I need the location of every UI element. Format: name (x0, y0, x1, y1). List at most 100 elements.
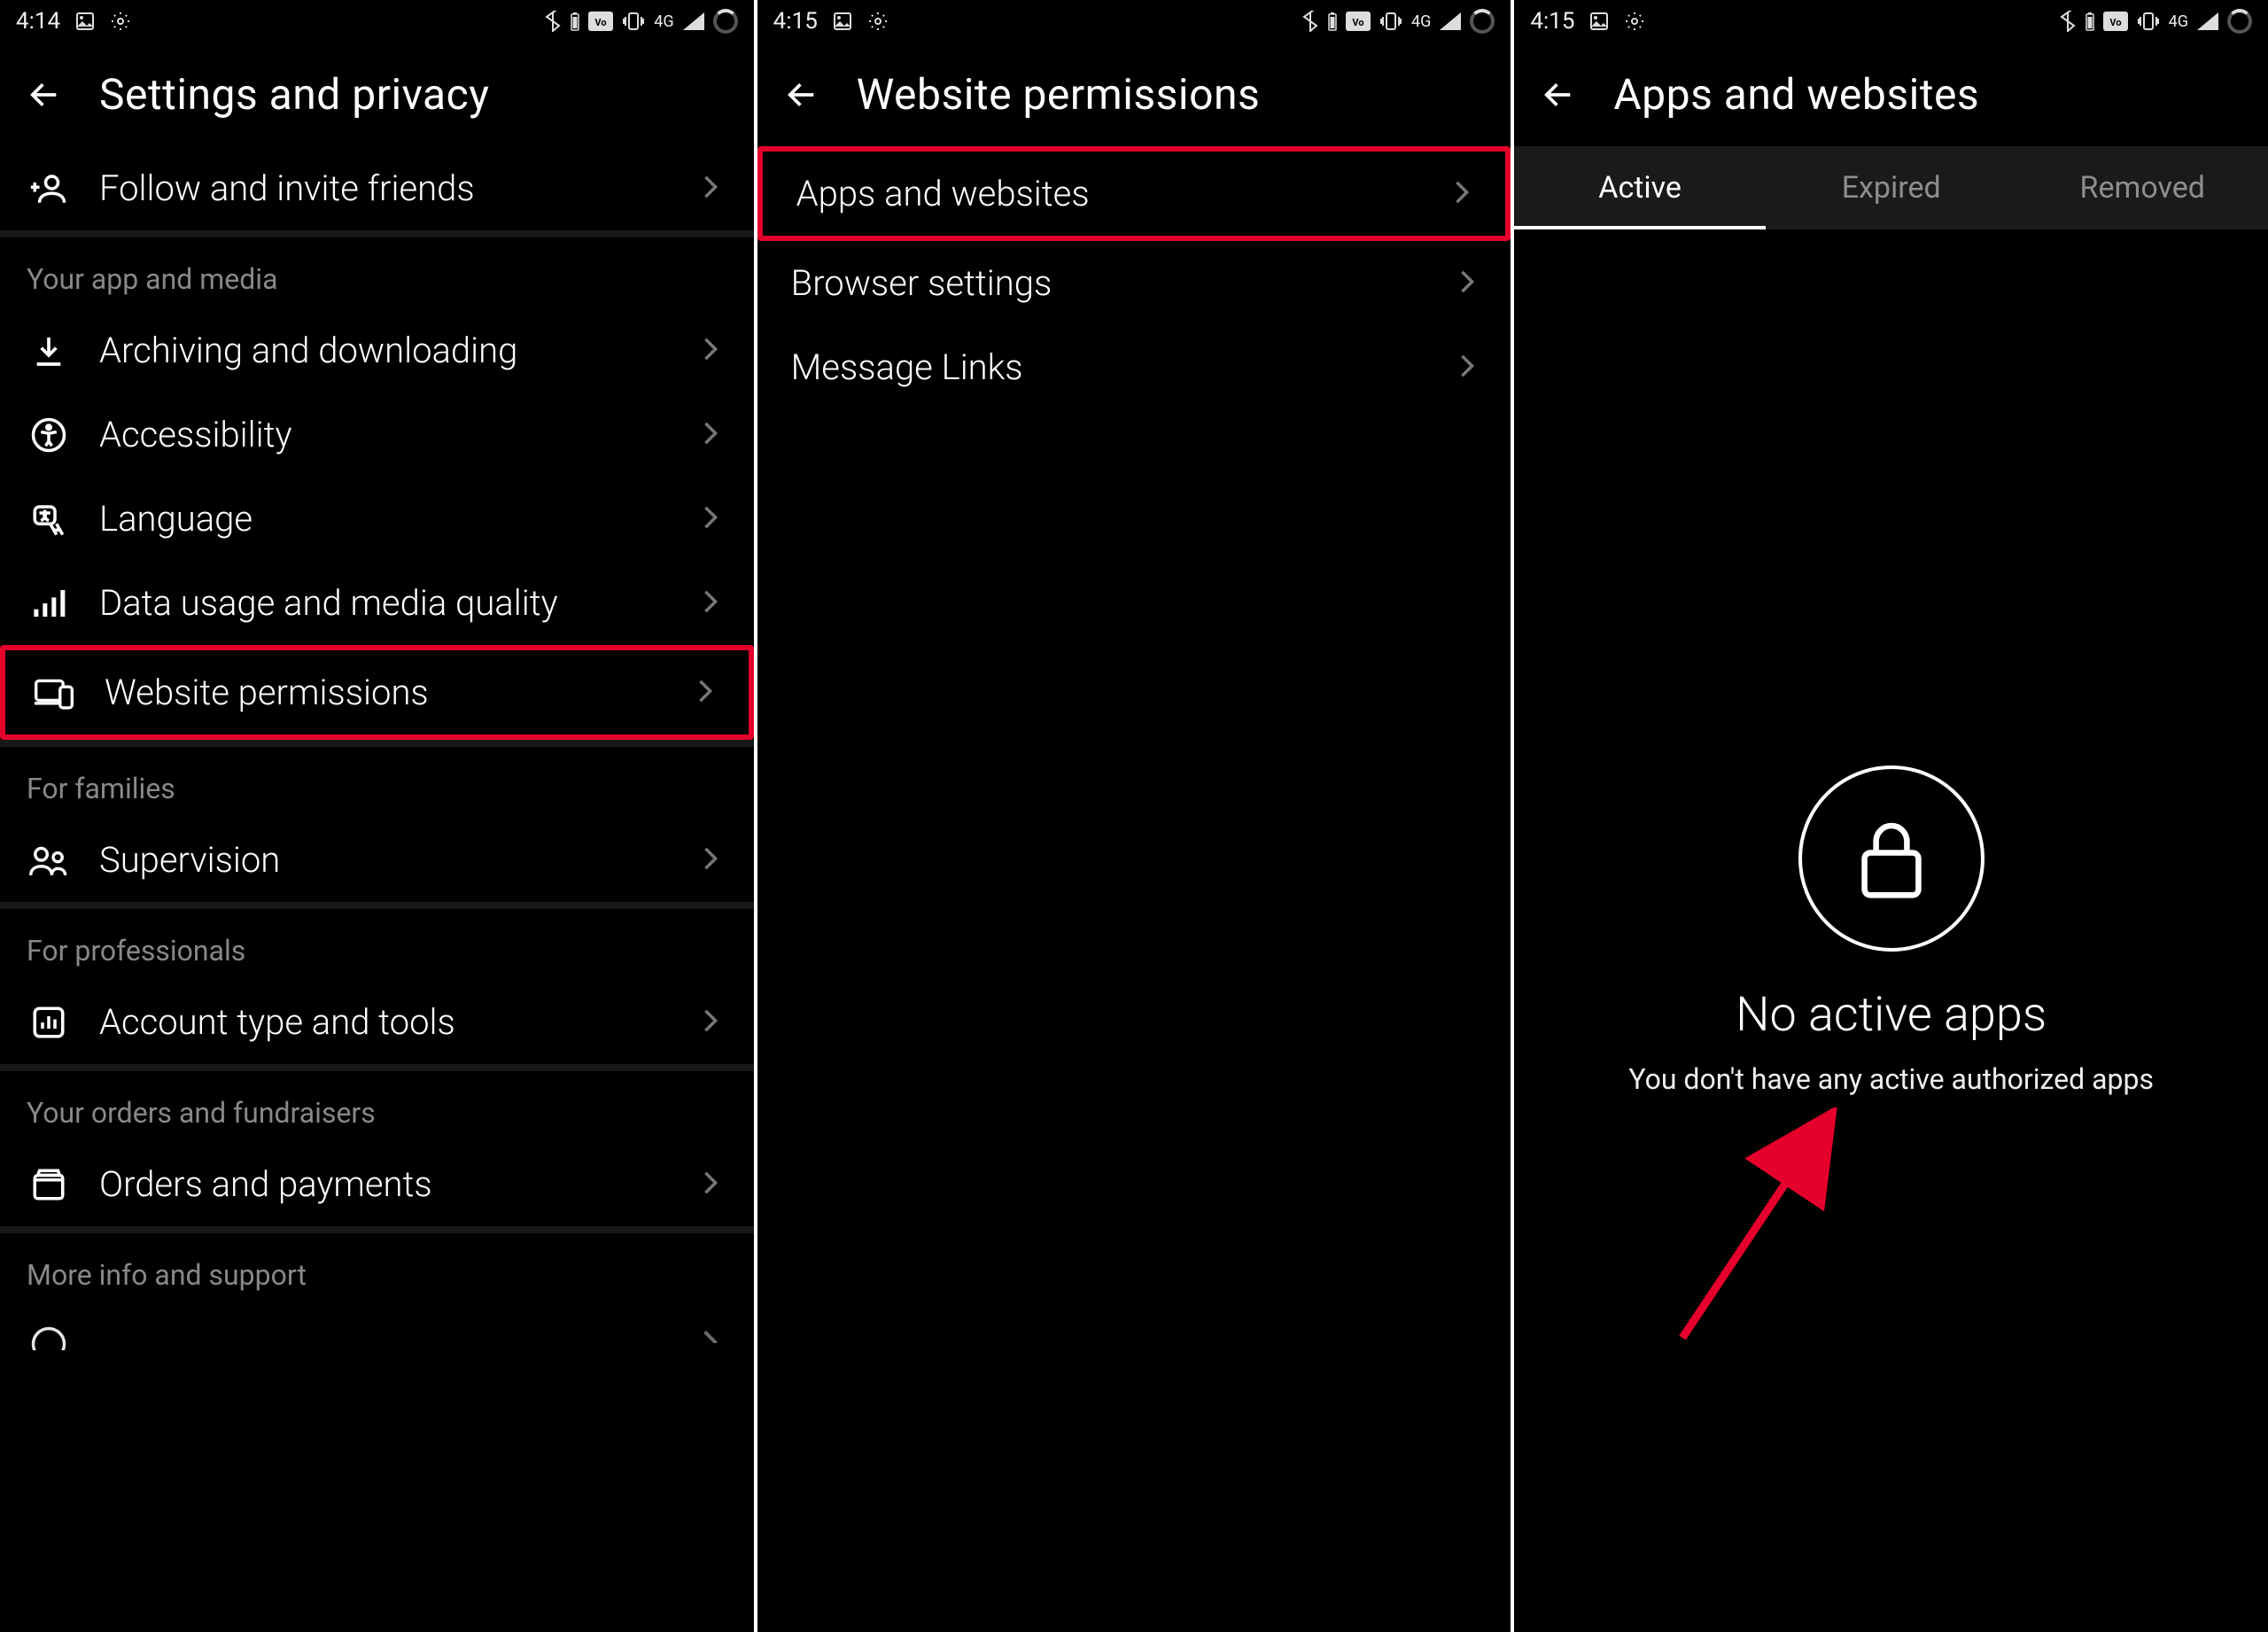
gear-icon (110, 11, 131, 32)
arrow-left-icon (784, 77, 819, 113)
network-4g-label: 4G (1411, 12, 1431, 31)
devices-icon (32, 675, 76, 711)
chevron-right-icon (701, 505, 727, 533)
divider (0, 1064, 754, 1071)
row-label: Website permissions (105, 672, 667, 713)
volte-icon: Vo (2103, 12, 2128, 31)
loading-spinner-icon (1470, 9, 1495, 34)
row-label: Supervision (99, 839, 672, 881)
chevron-right-icon (701, 589, 727, 618)
signal-bars-icon (27, 586, 71, 621)
vibrate-icon (2137, 12, 2160, 31)
chart-box-icon (27, 1004, 71, 1041)
row-account-tools[interactable]: Account type and tools (0, 980, 754, 1064)
chevron-right-icon (701, 337, 727, 365)
loading-spinner-icon (2227, 9, 2252, 34)
status-time: 4:15 (1530, 8, 1574, 35)
battery-small-icon (571, 12, 579, 31)
row-label: Accessibility (99, 414, 672, 455)
chevron-right-icon (701, 1170, 727, 1199)
row-website-permissions[interactable]: Website permissions (0, 645, 754, 740)
divider (0, 902, 754, 909)
language-icon (27, 501, 71, 538)
chevron-right-icon (701, 1008, 727, 1037)
back-button[interactable] (1539, 75, 1578, 114)
row-label: Data usage and media quality (99, 582, 672, 624)
row-label: Account type and tools (99, 1001, 672, 1043)
tab-removed[interactable]: Removed (2016, 146, 2268, 229)
empty-state: No active apps You don't have any active… (1514, 229, 2268, 1632)
page-title: Apps and websites (1613, 69, 1979, 120)
volte-icon: Vo (588, 12, 613, 31)
row-message-links[interactable]: Message Links (757, 325, 1511, 409)
page-header: Settings and privacy (0, 43, 754, 146)
row-data-usage[interactable]: Data usage and media quality (0, 561, 754, 645)
picture-icon (832, 11, 853, 32)
people-icon (27, 843, 71, 878)
divider (0, 1226, 754, 1233)
status-bar: 4:15 Vo 4G (1514, 0, 2268, 43)
add-friend-icon (27, 170, 71, 207)
row-orders-payments[interactable]: Orders and payments (0, 1142, 754, 1226)
page-header: Website permissions (757, 43, 1511, 146)
empty-title: No active apps (1736, 987, 2047, 1043)
bluetooth-icon (544, 11, 562, 32)
network-4g-label: 4G (654, 12, 673, 31)
picture-icon (74, 11, 96, 32)
row-accessibility[interactable]: Accessibility (0, 392, 754, 477)
chevron-right-icon (701, 1329, 727, 1347)
network-4g-label: 4G (2169, 12, 2188, 31)
chevron-right-icon (1457, 354, 1484, 382)
picture-icon (1588, 11, 1610, 32)
chevron-right-icon (701, 846, 727, 874)
row-label: Browser settings (791, 262, 1430, 304)
tabs: Active Expired Removed (1514, 146, 2268, 229)
bluetooth-icon (2059, 11, 2077, 32)
status-time: 4:14 (16, 8, 60, 35)
chevron-right-icon (695, 679, 722, 707)
status-bar: 4:14 Vo 4G (0, 0, 754, 43)
chevron-right-icon (1452, 180, 1479, 208)
bluetooth-icon (1301, 11, 1319, 32)
divider (0, 230, 754, 237)
chevron-right-icon (1457, 269, 1484, 298)
wallet-icon (27, 1166, 71, 1203)
back-button[interactable] (25, 75, 64, 114)
back-button[interactable] (782, 75, 821, 114)
volte-icon: Vo (1346, 12, 1371, 31)
row-label: Apps and websites (796, 173, 1425, 214)
row-browser-settings[interactable]: Browser settings (757, 241, 1511, 325)
divider (0, 740, 754, 747)
row-label: Message Links (791, 346, 1430, 388)
row-follow-invite[interactable]: Follow and invite friends (0, 146, 754, 230)
lock-circle-icon (1798, 765, 1984, 952)
section-app-media: Your app and media (0, 237, 754, 308)
row-label: Archiving and downloading (99, 330, 672, 371)
status-bar: 4:15 Vo 4G (757, 0, 1511, 43)
svg-text:Vo: Vo (2109, 17, 2121, 28)
row-label: Orders and payments (99, 1163, 672, 1205)
screen-settings: 4:14 Vo 4G Settings and privacy Follow a… (0, 0, 754, 1632)
chevron-right-icon (701, 175, 727, 203)
screen-website-permissions: 4:15 Vo 4G Website permissions Apps and … (757, 0, 1511, 1632)
gear-icon (867, 11, 889, 32)
empty-subtitle: You don't have any active authorized app… (1628, 1062, 2154, 1096)
row-language[interactable]: Language (0, 477, 754, 561)
screen-apps-websites: 4:15 Vo 4G Apps and websites Active Expi… (1514, 0, 2268, 1632)
page-header: Apps and websites (1514, 43, 2268, 146)
page-title: Settings and privacy (99, 69, 490, 120)
help-icon (27, 1325, 71, 1350)
row-archiving[interactable]: Archiving and downloading (0, 308, 754, 392)
battery-small-icon (1328, 12, 1337, 31)
row-apps-websites[interactable]: Apps and websites (757, 146, 1511, 241)
tab-active[interactable]: Active (1514, 146, 1766, 229)
row-more-item[interactable] (0, 1304, 754, 1350)
vibrate-icon (622, 12, 645, 31)
row-supervision[interactable]: Supervision (0, 818, 754, 902)
section-orders: Your orders and fundraisers (0, 1071, 754, 1142)
tab-expired[interactable]: Expired (1766, 146, 2017, 229)
loading-spinner-icon (713, 9, 738, 34)
signal-icon (2197, 12, 2218, 30)
arrow-left-icon (27, 77, 62, 113)
row-label: Language (99, 498, 672, 540)
